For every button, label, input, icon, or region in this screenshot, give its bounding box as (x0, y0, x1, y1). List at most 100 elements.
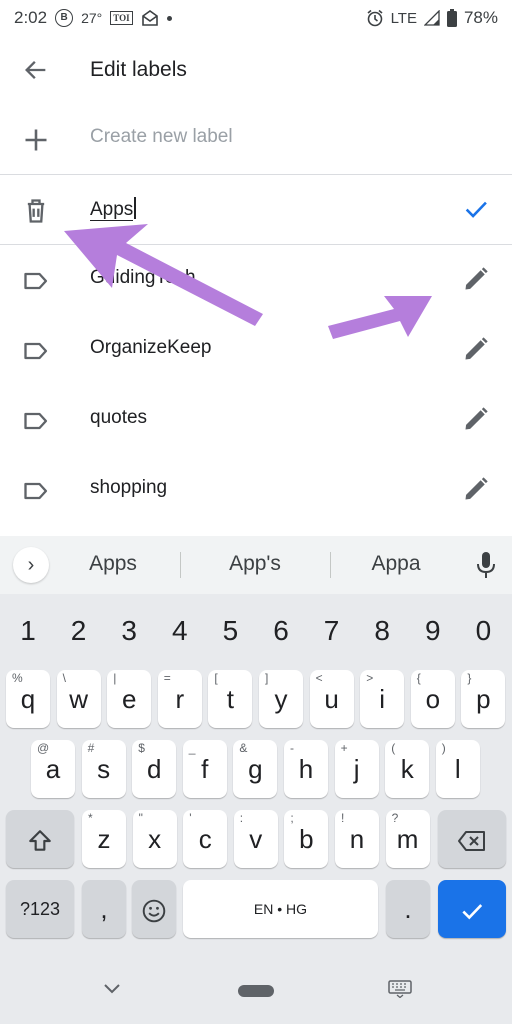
keyboard: › Apps App's Appa 1 2 3 4 5 6 7 8 9 0 % q \ w | e = r[t] y… (0, 536, 512, 956)
letter-key[interactable]: :v (233, 810, 278, 868)
number-key[interactable]: 4 (158, 602, 202, 660)
key-label: o (425, 684, 441, 714)
key-label: , (100, 894, 108, 924)
key-label: ?123 (19, 899, 61, 919)
letter-key[interactable]: # s (81, 740, 126, 798)
letter-key[interactable]: ] y (259, 670, 303, 728)
shift-arrow-icon (29, 830, 51, 851)
key-label: m (396, 824, 419, 854)
comma-key[interactable]: , (82, 880, 126, 938)
key-hint: ] (265, 671, 269, 685)
pencil-icon[interactable] (462, 405, 490, 433)
letter-key[interactable]: < u (309, 670, 354, 728)
key-label: n (349, 824, 365, 854)
letter-key[interactable]: = r (157, 670, 202, 728)
key-label: k (400, 754, 414, 784)
letter-key[interactable]: ! n (335, 810, 379, 868)
check-icon[interactable] (462, 195, 490, 223)
editing-label-row[interactable]: Apps (0, 175, 512, 245)
number-key[interactable]: 7 (310, 602, 354, 660)
key-label: 0 (475, 615, 492, 646)
letter-key[interactable]: + j (334, 740, 379, 798)
label-row[interactable]: OrganizeKeep (0, 315, 512, 385)
backspace-key[interactable] (438, 810, 506, 868)
letter-key[interactable]: _ f (182, 740, 227, 798)
suggestion-item[interactable]: Appa (336, 552, 456, 576)
key-label: d (146, 754, 162, 784)
key-label: r (175, 684, 185, 714)
status-bar: 2:02 B 27° TOI LTE 78% (0, 0, 512, 38)
pencil-icon[interactable] (462, 335, 490, 363)
label-edit-input[interactable]: Apps (90, 197, 137, 221)
letter-key[interactable]: * z (82, 810, 126, 868)
label-row[interactable]: shopping (0, 455, 512, 525)
number-key[interactable]: 6 (259, 602, 303, 660)
letter-key[interactable]: -h (284, 740, 328, 798)
letter-key[interactable]: } p (461, 670, 506, 728)
number-key[interactable]: 5 (208, 602, 252, 660)
suggestion-item[interactable]: App's (195, 552, 315, 576)
letter-key[interactable]: % q (6, 670, 50, 728)
pencil-icon[interactable] (462, 265, 490, 293)
key-hint: # (87, 741, 95, 755)
letter-key[interactable]: (k (385, 740, 430, 798)
letter-key[interactable]: {o (410, 670, 455, 728)
create-label-input[interactable]: Create new label (90, 126, 233, 148)
label-tag-icon (24, 272, 48, 290)
key-label: l (454, 754, 461, 784)
enter-key[interactable] (438, 880, 506, 938)
key-label: q (20, 684, 36, 714)
home-pill-button[interactable] (238, 985, 274, 997)
symbols-key[interactable]: ?123 (6, 880, 74, 938)
letter-key[interactable]: > i (360, 670, 405, 728)
number-key[interactable]: 3 (107, 602, 151, 660)
temperature: 27° (81, 10, 103, 26)
number-key[interactable]: 8 (360, 602, 404, 660)
key-hint: " (138, 811, 143, 825)
back-arrow-icon[interactable] (22, 56, 50, 84)
letter-key[interactable]: | e (107, 670, 152, 728)
text-caret (134, 197, 137, 219)
create-label-row[interactable]: Create new label (0, 104, 512, 174)
alarm-icon (367, 9, 383, 27)
key-hint: ! (341, 811, 345, 825)
letter-key[interactable]: ? m (385, 810, 430, 868)
period-key[interactable]: . (386, 880, 430, 938)
letter-key[interactable]: " x (132, 810, 177, 868)
letter-key[interactable]: ' c (183, 810, 228, 868)
label-edit-value: Apps (90, 199, 134, 221)
shift-key[interactable] (6, 810, 74, 868)
letter-key[interactable]: $ d (132, 740, 177, 798)
number-key[interactable]: 1 (6, 602, 50, 660)
key-hint: @ (37, 741, 50, 755)
letter-key[interactable]: @ a (31, 740, 75, 798)
number-key[interactable]: 0 (461, 602, 505, 660)
pencil-icon[interactable] (462, 475, 490, 503)
chevron-right-icon[interactable]: › (13, 547, 49, 583)
letter-key[interactable]: [t (208, 670, 253, 728)
space-key[interactable]: EN • HG (183, 880, 378, 938)
number-key[interactable]: 2 (57, 602, 101, 660)
keyboard-switch-icon[interactable] (388, 980, 412, 998)
label-row[interactable]: quotes (0, 385, 512, 455)
microphone-icon[interactable] (474, 550, 498, 580)
b-badge-icon: B (55, 9, 74, 27)
key-label: t (226, 684, 234, 714)
chevron-down-icon[interactable] (102, 982, 122, 996)
letter-key[interactable]: ; b (284, 810, 329, 868)
letter-key[interactable]: ) l (435, 740, 480, 798)
number-key[interactable]: 9 (411, 602, 455, 660)
battery-percent: 78% (463, 8, 498, 27)
letter-key[interactable]: & g (233, 740, 278, 798)
key-label: 5 (222, 615, 239, 646)
suggestion-item[interactable]: Apps (53, 552, 173, 576)
key-label: 1 (20, 615, 36, 646)
key-label: p (476, 684, 491, 714)
key-label: 3 (121, 615, 137, 646)
label-row[interactable]: GuidingTech (0, 245, 512, 315)
emoji-key[interactable] (132, 880, 176, 938)
trash-icon[interactable] (22, 197, 50, 225)
plus-icon[interactable] (22, 126, 50, 154)
letter-key[interactable]: \ w (56, 670, 101, 728)
key-label: v (249, 824, 263, 854)
